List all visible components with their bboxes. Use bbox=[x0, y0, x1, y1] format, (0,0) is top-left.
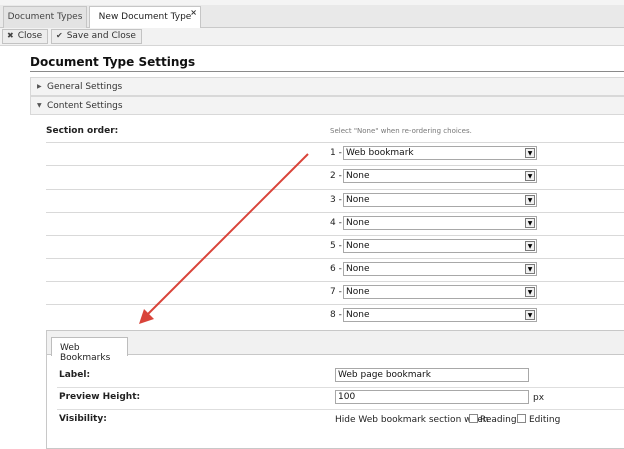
annotation-arrow bbox=[139, 153, 309, 324]
annotation-arrow-line bbox=[145, 153, 309, 317]
